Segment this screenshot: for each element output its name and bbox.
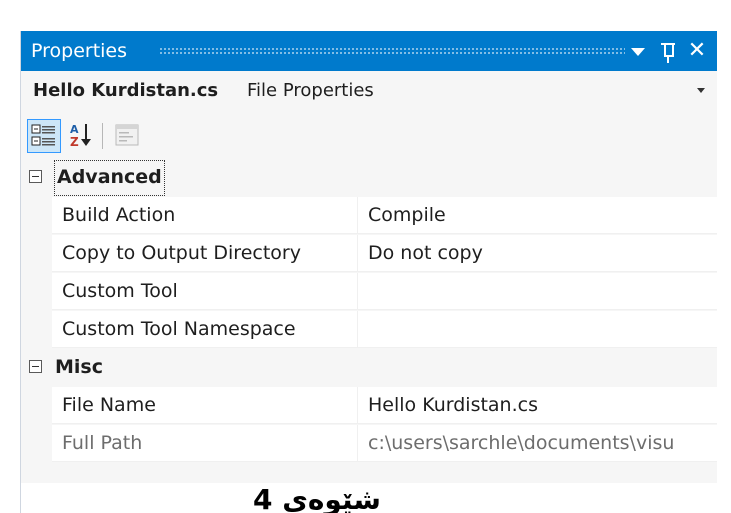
property-value[interactable]: Do not copy: [360, 235, 717, 272]
property-name: Copy to Output Directory: [62, 235, 358, 272]
property-row-custom-tool[interactable]: Custom Tool: [52, 273, 717, 310]
categorized-icon: [31, 124, 55, 146]
pin-icon: [661, 41, 675, 63]
property-row-copy-to-output[interactable]: Copy to Output Directory Do not copy: [52, 235, 717, 272]
title-bar[interactable]: Properties ✕: [21, 31, 717, 71]
property-row-custom-tool-namespace[interactable]: Custom Tool Namespace: [52, 311, 717, 348]
property-value[interactable]: c:\users\sarchle\documents\visu: [360, 425, 717, 462]
chevron-down-icon: [697, 88, 705, 93]
category-misc[interactable]: Misc: [21, 349, 717, 387]
title-grip[interactable]: [159, 47, 625, 55]
window-title: Properties: [31, 40, 128, 62]
alphabetical-button[interactable]: A Z: [65, 119, 99, 153]
property-row-full-path[interactable]: Full Path c:\users\sarchle\documents\vis…: [52, 425, 717, 462]
close-icon: ✕: [687, 38, 707, 63]
auto-hide-pin-button[interactable]: [657, 31, 679, 71]
property-pages-icon: [115, 124, 139, 146]
property-value[interactable]: Compile: [360, 197, 717, 234]
object-type: File Properties: [247, 80, 374, 101]
chevron-down-icon: [631, 47, 645, 56]
property-name: Custom Tool Namespace: [62, 311, 358, 348]
property-value[interactable]: Hello Kurdistan.cs: [360, 387, 717, 424]
preview-text: شێوەی 4: [253, 483, 381, 513]
collapse-icon[interactable]: [29, 360, 42, 373]
sort-az-icon: A Z: [70, 123, 91, 149]
categorized-button[interactable]: [27, 119, 61, 153]
property-pages-button[interactable]: [111, 119, 145, 153]
property-value[interactable]: [360, 273, 717, 310]
close-button[interactable]: ✕: [683, 31, 711, 71]
property-value[interactable]: [360, 311, 717, 348]
toolbar-separator: [102, 123, 103, 149]
properties-window: Properties ✕ Hello Kurdistan.cs File Pro…: [20, 31, 717, 483]
category-label: Advanced: [53, 159, 166, 197]
property-row-file-name[interactable]: File Name Hello Kurdistan.cs: [52, 387, 717, 424]
collapse-icon[interactable]: [29, 170, 42, 183]
property-name: File Name: [62, 387, 358, 424]
svg-text:Z: Z: [70, 135, 79, 149]
properties-toolbar: A Z: [21, 111, 717, 159]
object-selector[interactable]: Hello Kurdistan.cs File Properties: [21, 71, 717, 111]
property-name: Custom Tool: [62, 273, 358, 310]
object-name: Hello Kurdistan.cs: [33, 80, 219, 101]
description-area: شێوەی 4: [20, 483, 717, 513]
property-row-build-action[interactable]: Build Action Compile: [52, 197, 717, 234]
property-name: Full Path: [62, 425, 358, 462]
category-advanced[interactable]: Advanced: [21, 159, 717, 197]
category-label: Misc: [55, 356, 103, 378]
window-position-dropdown-button[interactable]: [627, 31, 649, 71]
property-name: Build Action: [62, 197, 358, 234]
